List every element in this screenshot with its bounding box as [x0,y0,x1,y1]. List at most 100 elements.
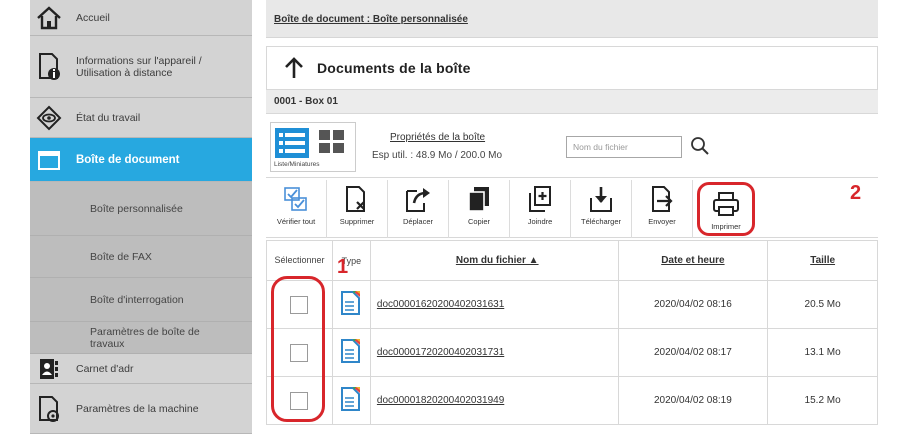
file-name-cell: doc00001720200402031731 [369,328,619,377]
table-row: doc00001820200402031949 2020/04/02 08:19… [266,376,878,425]
send-button[interactable]: Envoyer [632,180,693,238]
sidebar-item-label: Informations sur l'appareil / Utilisatio… [76,54,202,79]
send-label: Envoyer [648,217,676,226]
box-details-row: Liste/Miniatures Propriétés de la boîte … [266,114,878,178]
move-icon [403,184,433,214]
size-cell: 13.1 Mo [767,328,878,377]
search-icon[interactable] [690,136,710,156]
sidebar-item-job-box-settings[interactable]: Paramètres de boîte de travaux [30,322,252,354]
app-frame: Accueil Informations sur l'appareil / Ut… [30,0,885,434]
delete-label: Supprimer [339,217,375,226]
sidebar-item-custom-box[interactable]: Boîte personnalisée [30,182,252,236]
date-cell: 2020/04/02 08:17 [617,328,769,377]
copy-icon [464,184,494,214]
home-icon [30,0,68,35]
sidebar-item-label: Paramètres de boîte de travaux [90,325,200,350]
device-info-icon [30,36,68,97]
file-name-cell: doc00001620200402031631 [369,280,619,329]
box-properties-link[interactable]: Propriétés de la boîte [390,132,485,143]
box-info-row: 0001 - Box 01 [266,90,878,114]
type-cell [331,328,371,377]
action-toolbar: Vérifier tout Supprimer Déplacer Copier [266,180,878,238]
view-toggle-button[interactable]: Liste/Miniatures [270,122,356,172]
download-icon [586,184,616,214]
sidebar-item-label: Carnet d'adr [76,362,134,375]
table-row: doc00001620200402031631 2020/04/02 08:16… [266,280,878,329]
file-name-link[interactable]: doc00001820200402031949 [377,395,504,406]
sidebar-item-device-info[interactable]: Informations sur l'appareil / Utilisatio… [30,36,252,98]
date-cell: 2020/04/02 08:16 [617,280,769,329]
sidebar-item-accueil[interactable]: Accueil [30,0,252,36]
callout-number-1: 1 [337,256,349,278]
file-name-link[interactable]: doc00001620200402031631 [377,299,504,310]
box-name: 0001 - Box 01 [274,96,338,107]
heading-row: Documents de la boîte [266,46,878,90]
select-column-header: Sélectionner [266,240,333,281]
document-box-icon [30,138,68,181]
file-name-link[interactable]: doc00001720200402031731 [377,347,504,358]
download-label: Télécharger [580,217,622,226]
download-button[interactable]: Télécharger [571,180,632,238]
job-status-icon [30,98,68,137]
address-book-icon [30,354,68,383]
sidebar: Accueil Informations sur l'appareil / Ut… [30,0,252,434]
file-table: Sélectionner Type Nom du fichier ▲ Date … [266,240,878,425]
document-file-icon [341,339,361,363]
type-cell [331,280,371,329]
join-icon [525,184,555,214]
delete-button[interactable]: Supprimer [327,180,388,238]
size-cell: 15.2 Mo [767,376,878,425]
sidebar-item-label: Boîte de FAX [90,250,152,263]
thumbnail-view-icon [319,130,344,153]
check-all-label: Vérifier tout [276,217,316,226]
list-view-icon [275,128,309,158]
type-cell [331,376,371,425]
file-name-cell: doc00001820200402031949 [369,376,619,425]
date-cell: 2020/04/02 08:19 [617,376,769,425]
back-arrow-icon[interactable] [281,55,307,81]
sidebar-item-job-status[interactable]: État du travail [30,98,252,138]
breadcrumb[interactable]: Boîte de document : Boîte personnalisée [274,14,468,25]
name-column-header[interactable]: Nom du fichier ▲ [369,240,619,281]
join-label: Joindre [527,217,553,226]
size-sort-link[interactable]: Taille [810,255,835,266]
size-cell: 20.5 Mo [767,280,878,329]
filename-search-input[interactable] [566,136,682,158]
size-column-header[interactable]: Taille [767,240,878,281]
check-all-icon [281,184,311,214]
view-toggle-label: Liste/Miniatures [274,161,320,168]
sidebar-item-label: Boîte d'interrogation [90,293,184,306]
date-column-header[interactable]: Date et heure [617,240,769,281]
document-file-icon [341,387,361,411]
callout-number-2: 2 [850,182,862,204]
storage-usage: Esp util. : 48.9 Mo / 200.0 Mo [372,150,503,161]
sidebar-item-label: Boîte personnalisée [90,202,183,215]
checkbox-callout-frame [271,276,325,422]
breadcrumb-bar: Boîte de document : Boîte personnalisée [266,0,878,38]
name-sort-link[interactable]: Nom du fichier ▲ [456,255,539,266]
document-file-icon [341,291,361,315]
sidebar-item-address-book[interactable]: Carnet d'adr [30,354,252,384]
table-row: doc00001720200402031731 2020/04/02 08:17… [266,328,878,377]
page-title: Documents de la boîte [317,60,471,76]
copy-label: Copier [467,217,491,226]
move-label: Déplacer [402,217,433,226]
sidebar-item-label: Accueil [76,11,110,24]
date-sort-link[interactable]: Date et heure [661,255,724,266]
sidebar-item-machine-settings[interactable]: Paramètres de la machine [30,384,252,434]
machine-settings-icon [30,384,68,433]
sidebar-item-fax-box[interactable]: Boîte de FAX [30,236,252,278]
delete-icon [342,184,372,214]
sidebar-item-label: Boîte de document [76,153,180,166]
table-header-row: Sélectionner Type Nom du fichier ▲ Date … [266,240,878,281]
print-button[interactable]: Imprimer [697,182,755,236]
join-button[interactable]: Joindre [510,180,571,238]
move-button[interactable]: Déplacer [388,180,449,238]
copy-button[interactable]: Copier [449,180,510,238]
print-label: Imprimer [711,222,741,231]
print-icon [711,189,741,219]
check-all-button[interactable]: Vérifier tout [266,180,327,238]
sidebar-item-document-box[interactable]: Boîte de document [30,138,252,182]
sidebar-item-label: État du travail [76,111,141,124]
sidebar-item-polling-box[interactable]: Boîte d'interrogation [30,278,252,322]
